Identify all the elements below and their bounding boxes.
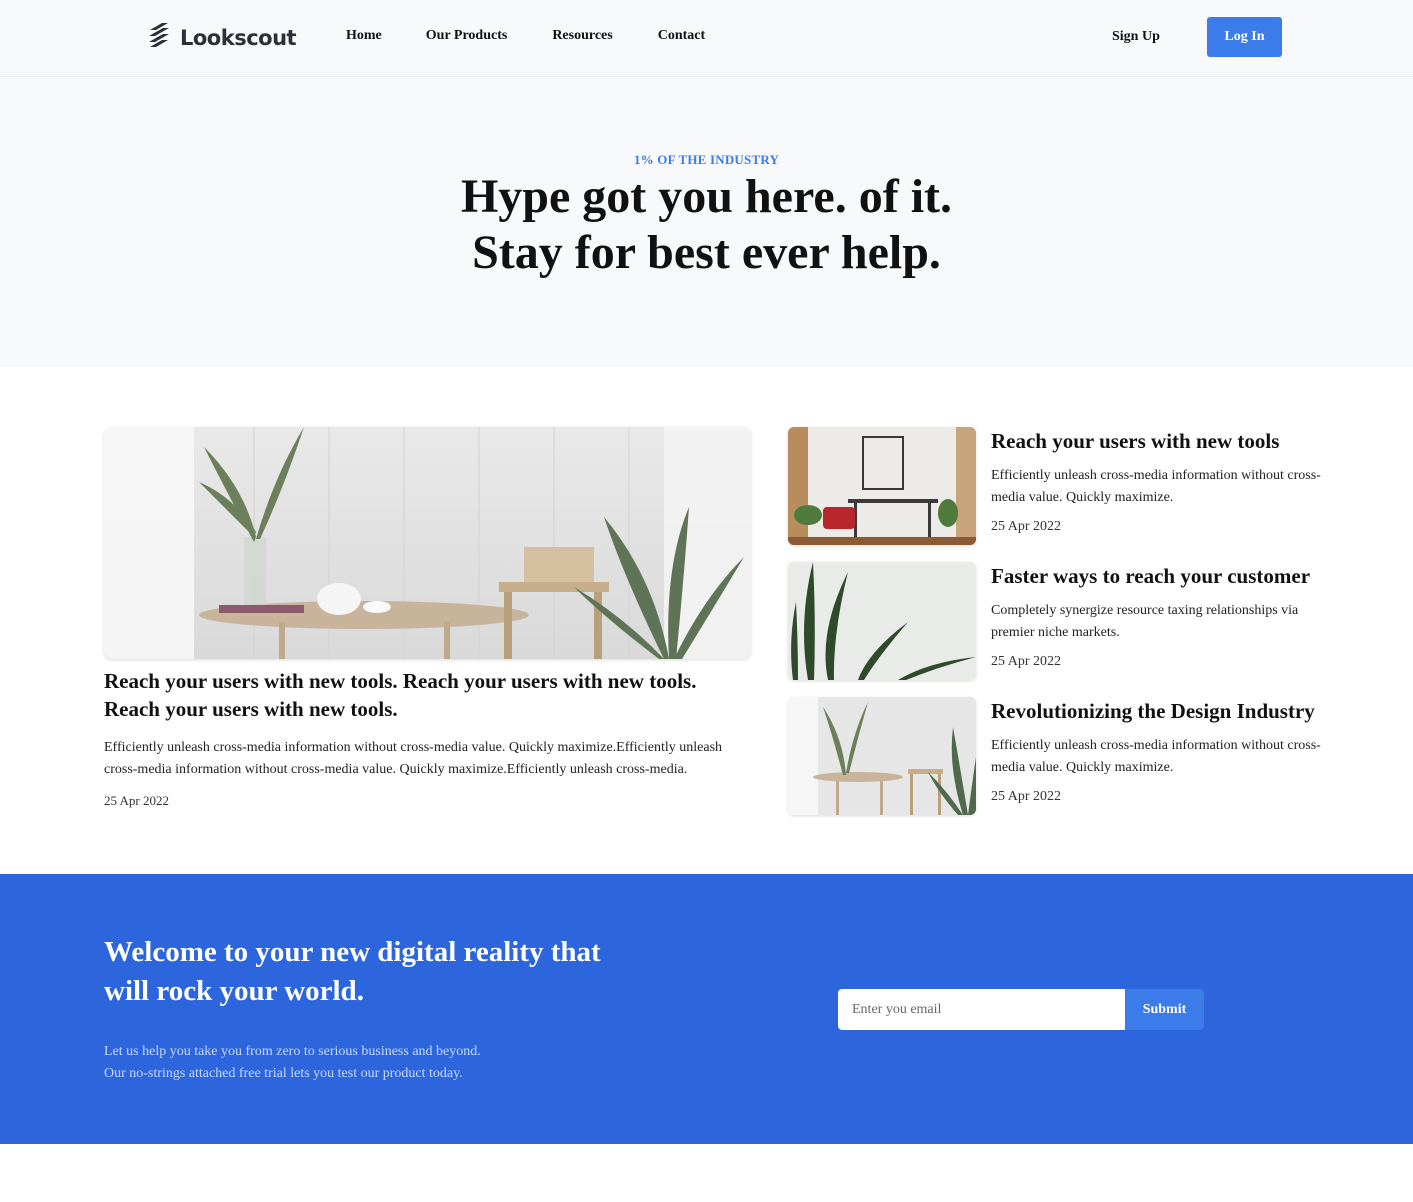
list-item[interactable]: Reach your users with new tools Efficien… — [788, 427, 1321, 562]
email-input[interactable] — [838, 989, 1125, 1030]
hero-title-line-2: Stay for best ever help. — [472, 226, 941, 279]
list-item-text: Faster ways to reach your customer Compl… — [991, 562, 1321, 670]
article-description: Completely synergize resource taxing rel… — [991, 603, 1299, 640]
main-nav: Home Our Products Resources Contact — [346, 28, 705, 44]
article-date: 25 Apr 2022 — [991, 519, 1061, 534]
list-item-text: Revolutionizing the Design Industry Effi… — [991, 697, 1321, 805]
nav-contact[interactable]: Contact — [658, 28, 705, 44]
featured-article-date: 25 Apr 2022 — [104, 793, 169, 808]
article-title[interactable]: Reach your users with new tools — [991, 427, 1321, 455]
article-date: 25 Apr 2022 — [991, 789, 1061, 804]
dining-room-with-plants-image[interactable] — [104, 427, 751, 659]
cta-description: Let us help you take you from zero to se… — [104, 1041, 604, 1085]
article-description: Efficiently unleash cross-media informat… — [991, 738, 1321, 775]
article-title[interactable]: Faster ways to reach your customer — [991, 562, 1321, 590]
desk-with-red-chair-image[interactable] — [788, 427, 976, 545]
hero-section: 1% of the industry Hype got you here. of… — [0, 77, 1413, 367]
hero-kicker: 1% of the industry — [633, 152, 780, 167]
plant-leaves-image[interactable] — [788, 562, 976, 680]
hero-title-line-1: Hype got you here. of it. — [460, 170, 953, 223]
cta-title: Welcome to your new digital reality that… — [104, 936, 601, 1007]
newsletter-section: Welcome to your new digital reality that… — [0, 874, 1413, 1144]
featured-article[interactable]: Reach your users with new tools. Reach y… — [104, 427, 751, 809]
article-description: Efficiently unleash cross-media informat… — [991, 468, 1321, 505]
list-item[interactable]: Faster ways to reach your customer Compl… — [788, 562, 1318, 697]
cta-description-line-2: Our no-strings attached free trial lets … — [104, 1066, 463, 1081]
sign-up-link[interactable]: Sign Up — [1112, 29, 1160, 45]
featured-article-description: Efficiently unleash cross-media informat… — [104, 740, 723, 777]
brand-name: Lookscout — [180, 25, 297, 50]
nav-resources[interactable]: Resources — [552, 28, 612, 44]
nav-our-products[interactable]: Our Products — [426, 28, 508, 44]
nav-home[interactable]: Home — [346, 28, 382, 44]
site-header: Lookscout Home Our Products Resources Co… — [0, 0, 1413, 77]
log-in-button[interactable]: Log In — [1207, 17, 1282, 57]
submit-button[interactable]: Submit — [1125, 989, 1204, 1030]
table-and-chair-image[interactable] — [788, 697, 976, 815]
list-item-text: Reach your users with new tools Efficien… — [991, 427, 1321, 535]
list-item[interactable]: Revolutionizing the Design Industry Effi… — [788, 697, 1321, 832]
article-date: 25 Apr 2022 — [991, 654, 1061, 669]
featured-article-title[interactable]: Reach your users with new tools. Reach y… — [104, 667, 744, 723]
article-list: Reach your users with new tools Efficien… — [788, 427, 1321, 832]
hero-title: Hype got you here. of it. Stay for best … — [0, 169, 1413, 281]
cta-description-line-1: Let us help you take you from zero to se… — [104, 1044, 481, 1059]
article-title[interactable]: Revolutionizing the Design Industry — [991, 697, 1321, 725]
stacked-bars-logo-icon — [146, 22, 172, 53]
brand-logo[interactable]: Lookscout — [146, 22, 297, 53]
